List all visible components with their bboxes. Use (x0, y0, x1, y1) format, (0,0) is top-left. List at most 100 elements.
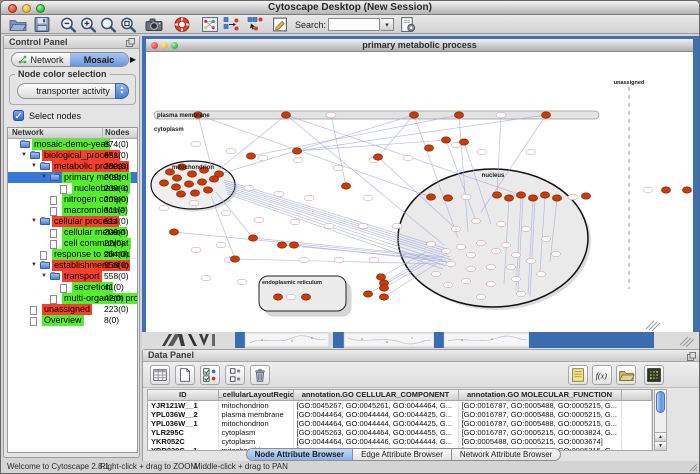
network-node[interactable] (467, 252, 476, 257)
network-edge[interactable] (297, 115, 546, 151)
network-node-selected[interactable] (292, 148, 301, 154)
network-node-selected[interactable] (289, 242, 298, 248)
network-node[interactable] (221, 210, 231, 216)
network-node-selected[interactable] (552, 195, 561, 201)
network-node[interactable] (293, 157, 303, 163)
network-node[interactable] (467, 266, 476, 271)
network-node[interactable] (244, 185, 254, 191)
network-node-selected[interactable] (379, 285, 388, 291)
tree-item[interactable]: nucleobase-c209(0) (8, 183, 137, 194)
tab-network[interactable]: Network (12, 53, 70, 66)
network-node-selected[interactable] (682, 187, 691, 193)
network-node[interactable] (507, 264, 516, 269)
network-node-selected[interactable] (528, 195, 537, 201)
network-node-selected[interactable] (541, 112, 550, 118)
scrollbar-thumb[interactable] (656, 391, 665, 413)
network-image-button[interactable] (201, 16, 219, 33)
tree-item[interactable]: Overview8(0) (8, 315, 137, 326)
attribute-notes-button[interactable] (568, 365, 588, 385)
table-row[interactable]: YPL036W__2plasma membrane[GO:0044464, GO… (148, 410, 652, 419)
network-node[interactable] (334, 257, 344, 263)
tab-edge-attribute-browser[interactable]: Edge Attribute Browser (353, 448, 452, 461)
title-bar[interactable]: Cytoscape Desktop (New Session) (1, 1, 699, 15)
network-node[interactable] (237, 279, 247, 285)
network-node[interactable] (189, 200, 199, 206)
network-node-selected[interactable] (248, 235, 257, 241)
zoom-selected-button[interactable] (99, 16, 117, 33)
network-node[interactable] (643, 187, 653, 193)
network-node[interactable] (392, 223, 402, 229)
network-node-selected[interactable] (159, 180, 168, 186)
search-options-button[interactable] (399, 16, 417, 33)
network-node[interactable] (444, 282, 453, 287)
network-node[interactable] (326, 112, 336, 118)
network-node-selected[interactable] (341, 183, 350, 189)
network-node[interactable] (512, 276, 521, 281)
network-node[interactable] (363, 195, 373, 201)
table-scrollbar[interactable]: ▲ ▼ (654, 389, 667, 451)
network-node[interactable] (216, 242, 226, 248)
disclosure-triangle-icon[interactable]: ▼ (21, 152, 27, 159)
network-node-selected[interactable] (661, 187, 670, 193)
network-node[interactable] (369, 257, 379, 263)
tree-item[interactable]: unassigned223(0) (8, 304, 137, 315)
network-node-selected[interactable] (197, 179, 206, 185)
disclosure-triangle-icon[interactable]: ▼ (41, 174, 47, 181)
network-node[interactable] (461, 194, 471, 200)
network-node-selected[interactable] (409, 112, 418, 118)
table-row[interactable]: YLR295Ccytoplasm[GO:0045263, GO:0044464,… (148, 428, 652, 437)
network-node[interactable] (304, 195, 314, 201)
network-node-selected[interactable] (363, 291, 372, 297)
network-node[interactable] (526, 149, 536, 155)
network-node-selected[interactable] (459, 139, 468, 145)
tab-node-attribute-browser[interactable]: Node Attribute Browser (246, 448, 354, 461)
network-node-selected[interactable] (454, 112, 463, 118)
network-node[interactable] (290, 219, 300, 225)
network-edge[interactable] (331, 115, 346, 186)
network-node-selected[interactable] (246, 153, 255, 159)
network-node[interactable] (442, 248, 451, 253)
network-node[interactable] (258, 155, 268, 161)
network-node[interactable] (522, 226, 531, 231)
network-node[interactable] (477, 240, 486, 245)
network-view-titlebar[interactable]: primary metabolic process (146, 39, 693, 52)
network-node[interactable] (496, 112, 506, 118)
apply-layout-2-button[interactable] (247, 16, 265, 33)
network-node[interactable] (447, 261, 456, 266)
network-node[interactable] (358, 223, 368, 229)
network-node-selected[interactable] (273, 294, 282, 300)
create-attribute-button[interactable] (175, 365, 195, 385)
network-node[interactable] (537, 271, 546, 276)
tree-column-network[interactable]: Network (8, 128, 103, 138)
tree-item[interactable]: ▼establishment of lo558(0) (8, 260, 137, 271)
network-node[interactable] (492, 248, 501, 253)
network-node[interactable] (477, 149, 487, 155)
network-node-selected[interactable] (441, 137, 450, 143)
tree-item[interactable]: response to stimulu264(0) (8, 249, 137, 260)
network-node[interactable] (274, 191, 284, 197)
tree-item[interactable]: ▼primary metabol209(... (8, 172, 137, 183)
network-node-selected[interactable] (504, 195, 513, 201)
network-node-selected[interactable] (203, 187, 212, 193)
tree-item[interactable]: secretion41(0) (8, 282, 137, 293)
float-panel-icon[interactable] (687, 352, 696, 361)
network-node[interactable] (462, 278, 471, 283)
disclosure-triangle-icon[interactable]: ▼ (31, 163, 37, 170)
network-node[interactable] (512, 252, 521, 257)
network-node-selected[interactable] (540, 192, 549, 198)
zoom-out-button[interactable] (59, 16, 77, 33)
network-node[interactable] (226, 148, 236, 154)
zoom-fit-button[interactable] (119, 16, 137, 33)
network-edge[interactable] (297, 140, 446, 151)
network-node[interactable] (502, 242, 511, 247)
combo-stepper-icon[interactable]: ▲▼ (115, 83, 129, 99)
window-resize-grip[interactable] (688, 462, 698, 472)
network-node-selected[interactable] (214, 171, 223, 177)
background-windows-strip[interactable] (142, 332, 699, 349)
node-color-select[interactable]: transporter activity ▲▼ (17, 83, 129, 99)
network-node[interactable] (427, 241, 436, 246)
unselect-all-attributes-button[interactable] (225, 365, 245, 385)
tree-item[interactable]: macromolecule311(0) (8, 205, 137, 216)
network-node-selected[interactable] (581, 193, 590, 199)
network-node-selected[interactable] (379, 294, 388, 300)
